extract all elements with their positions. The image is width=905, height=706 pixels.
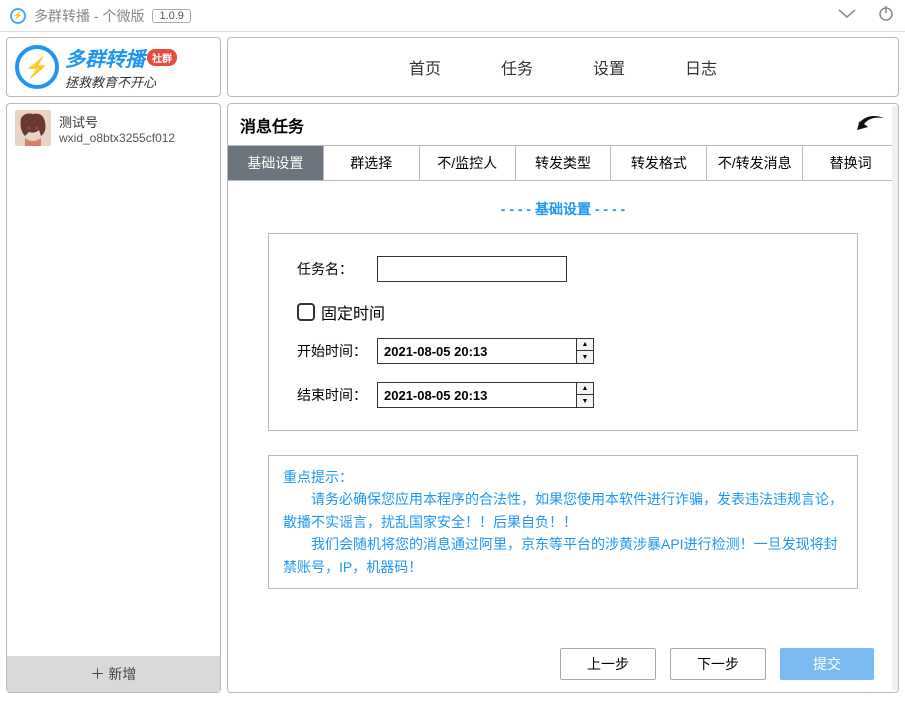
submit-button[interactable]: 提交 [780,648,874,680]
scrollbar[interactable] [892,106,898,690]
notice-box: 重点提示： 请务必确保您应用本程序的合法性，如果您使用本软件进行诈骗，发表违法违… [268,455,858,589]
brand-box: ⚡ 多群转播社群 拯救教育不开心 [6,37,221,97]
endtime-spinner[interactable]: ▲▼ [577,382,594,408]
notice-title: 重点提示： [283,466,843,488]
fixedtime-checkbox[interactable] [297,303,315,321]
tab-fwdmsg[interactable]: 不/转发消息 [707,146,803,180]
version-badge: 1.0.9 [152,9,190,23]
top-nav: 首页 任务 设置 日志 [227,37,899,97]
nav-task[interactable]: 任务 [501,55,533,79]
form-box: 任务名： 固定时间 开始时间： 2021-08-05 20:13 ▲▼ 结束时间… [268,233,858,431]
back-icon[interactable] [856,112,886,137]
nav-home[interactable]: 首页 [409,55,441,79]
tab-fwdfmt[interactable]: 转发格式 [611,146,707,180]
brand-slogan: 拯救教育不开心 [65,72,177,91]
chevron-down-icon[interactable]: ▼ [577,351,593,363]
app-icon: ⚡ [10,8,26,24]
brand-name: 多群转播 [65,43,145,72]
starttime-spinner[interactable]: ▲▼ [577,338,594,364]
brand-logo-icon: ⚡ [15,45,59,89]
avatar [15,110,51,146]
fixedtime-label: 固定时间 [321,300,385,324]
account-list: 测试号 wxid_o8btx3255cf012 ＋ 新增 [6,103,221,693]
endtime-input[interactable]: 2021-08-05 20:13 [377,382,577,408]
tab-monitor[interactable]: 不/监控人 [420,146,516,180]
account-name: 测试号 [59,112,175,131]
titlebar: ⚡ 多群转播 - 个微版 1.0.9 [0,0,905,32]
tab-basic[interactable]: 基础设置 [228,146,324,180]
prev-button[interactable]: 上一步 [560,648,656,680]
starttime-label: 开始时间： [297,341,369,361]
starttime-input[interactable]: 2021-08-05 20:13 [377,338,577,364]
taskname-label: 任务名： [297,259,369,279]
section-title: - - - - 基础设置 - - - - [228,199,898,219]
nav-log[interactable]: 日志 [685,55,717,79]
notice-body-2: 我们会随机将您的消息通过阿里，京东等平台的涉黄涉暴API进行检测！一旦发现将封禁… [283,533,843,578]
chevron-up-icon[interactable]: ▲ [577,383,593,395]
account-item[interactable]: 测试号 wxid_o8btx3255cf012 [7,104,220,152]
add-account-button[interactable]: ＋ 新增 [7,656,220,692]
power-icon[interactable] [877,4,895,27]
next-button[interactable]: 下一步 [670,648,766,680]
tab-group[interactable]: 群选择 [324,146,420,180]
tab-fwdtype[interactable]: 转发类型 [516,146,612,180]
content-title: 消息任务 [240,113,304,137]
endtime-label: 结束时间： [297,385,369,405]
notice-body-1: 请务必确保您应用本程序的合法性，如果您使用本软件进行诈骗，发表违法违规言论，散播… [283,488,843,533]
nav-settings[interactable]: 设置 [593,55,625,79]
chevron-up-icon[interactable]: ▲ [577,339,593,351]
tabs: 基础设置 群选择 不/监控人 转发类型 转发格式 不/转发消息 替换词 [228,145,898,181]
account-wxid: wxid_o8btx3255cf012 [59,131,175,145]
minimize-icon[interactable] [837,6,857,25]
tab-replace[interactable]: 替换词 [803,146,898,180]
chevron-down-icon[interactable]: ▼ [577,395,593,407]
app-title: 多群转播 - 个微版 [34,6,144,26]
content-panel: 消息任务 基础设置 群选择 不/监控人 转发类型 转发格式 不/转发消息 替换词… [227,103,899,693]
taskname-input[interactable] [377,256,567,282]
brand-badge: 社群 [147,49,177,66]
